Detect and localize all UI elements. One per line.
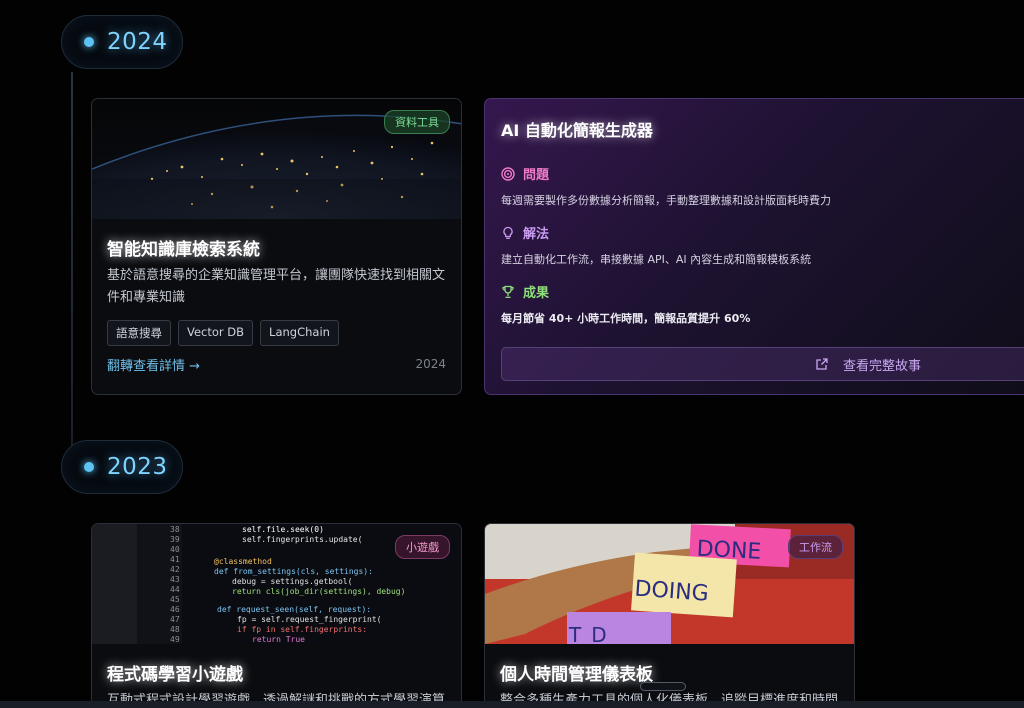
- svg-text:47: 47: [170, 615, 180, 624]
- button-label: 查看完整故事: [843, 358, 922, 374]
- card-title: 智能知識庫檢索系統: [107, 240, 260, 260]
- project-card-knowledge-base[interactable]: 資料工具 智能知識庫檢索系統 基於語意搜尋的企業知識管理平台，讓團隊快速找到相關…: [91, 98, 462, 395]
- bottom-bar: [0, 701, 1024, 708]
- scroll-indicator[interactable]: [640, 682, 686, 691]
- result-heading: 成果: [501, 282, 549, 301]
- svg-text:self.fingerprints.update(: self.fingerprints.update(: [242, 535, 362, 544]
- svg-text:@classmethod: @classmethod: [214, 557, 272, 566]
- category-badge: 小遊戲: [395, 535, 450, 559]
- svg-text:def from_settings(cls, setting: def from_settings(cls, settings):: [214, 567, 373, 576]
- svg-text:46: 46: [170, 605, 180, 614]
- svg-text:DOING: DOING: [634, 577, 710, 607]
- problem-text: 每週需要製作多份數據分析簡報，手動整理數據和設計版面耗時費力: [501, 194, 831, 207]
- solution-label: 解法: [523, 227, 550, 242]
- svg-text:40: 40: [170, 545, 180, 554]
- problem-heading: 問題: [501, 164, 549, 183]
- result-label: 成果: [523, 286, 550, 301]
- lightbulb-icon: [503, 226, 513, 239]
- category-badge: 工作流: [788, 535, 843, 559]
- category-badge: 資料工具: [384, 110, 450, 134]
- timeline-dot: [84, 37, 94, 47]
- svg-text:return True: return True: [252, 635, 305, 644]
- svg-text:return cls(job_dir(settings),: return cls(job_dir(settings), debug): [232, 587, 405, 596]
- year-marker-2024: 2024: [61, 15, 183, 69]
- tag: Vector DB: [178, 320, 254, 346]
- solution-heading: 解法: [501, 223, 549, 242]
- tag: 語意搜尋: [107, 320, 171, 346]
- svg-text:43: 43: [170, 575, 180, 584]
- card-title-text: AI 自動化簡報生成器: [501, 121, 653, 140]
- project-card-ai-report[interactable]: AI 自動化簡報生成器 問題 每週需要製作多份數據分析簡報，手動整理數據和設計版…: [484, 98, 1024, 395]
- result-text: 每月節省 40+ 小時工作時間，簡報品質提升 60%: [501, 312, 751, 325]
- svg-text:41: 41: [170, 555, 180, 564]
- external-link-icon: [816, 358, 828, 370]
- card-title: 程式碼學習小遊戲: [107, 665, 243, 685]
- svg-text:39: 39: [170, 535, 180, 544]
- tag-list: 語意搜尋 Vector DB LangChain: [107, 320, 339, 346]
- svg-text:debug = settings.getbool(: debug = settings.getbool(: [232, 577, 352, 586]
- card-title: 個人時間管理儀表板: [500, 665, 653, 685]
- svg-text:48: 48: [170, 625, 180, 634]
- svg-text:fp = self.request_fingerprint(: fp = self.request_fingerprint(: [237, 615, 382, 624]
- svg-text:49: 49: [170, 635, 180, 644]
- target-icon: [501, 166, 515, 181]
- svg-text:38: 38: [170, 525, 180, 534]
- card-title: AI 自動化簡報生成器: [501, 117, 653, 141]
- svg-text:T_D: T_D: [568, 623, 607, 644]
- project-card-code-game[interactable]: 38 39 40 41 42 43 44 45 46 47 48 49 self.file.see…: [91, 523, 462, 708]
- timeline-dot: [84, 462, 94, 472]
- year-marker-2023: 2023: [61, 440, 183, 494]
- card-year: 2024: [415, 357, 446, 371]
- flip-details-link[interactable]: 翻轉查看詳情 →: [107, 355, 200, 374]
- year-label: 2024: [107, 29, 168, 55]
- project-card-dashboard[interactable]: DONE DOING T_D 工作流 個人時間管理儀表板 整合多種生產力工具的個…: [484, 523, 855, 708]
- trophy-icon: [502, 285, 514, 298]
- tag: LangChain: [260, 320, 339, 346]
- svg-text:self.file.seek(0): self.file.seek(0): [242, 525, 324, 534]
- svg-text:42: 42: [170, 565, 180, 574]
- view-full-story-button[interactable]: 查看完整故事: [501, 347, 1024, 381]
- solution-text: 建立自動化工作流，串接數據 API、AI 內容生成和簡報模板系統: [501, 253, 812, 266]
- svg-text:def request_seen(self, request: def request_seen(self, request):: [217, 605, 371, 614]
- svg-text:44: 44: [170, 585, 180, 594]
- timeline-line: [71, 72, 73, 450]
- problem-label: 問題: [523, 168, 550, 183]
- svg-text:45: 45: [170, 595, 180, 604]
- card-description: 基於語意搜尋的企業知識管理平台，讓團隊快速找到相關文件和專業知識: [107, 268, 446, 305]
- svg-text:if fp in self.fingerprints:: if fp in self.fingerprints:: [237, 625, 367, 634]
- year-label: 2023: [107, 454, 168, 480]
